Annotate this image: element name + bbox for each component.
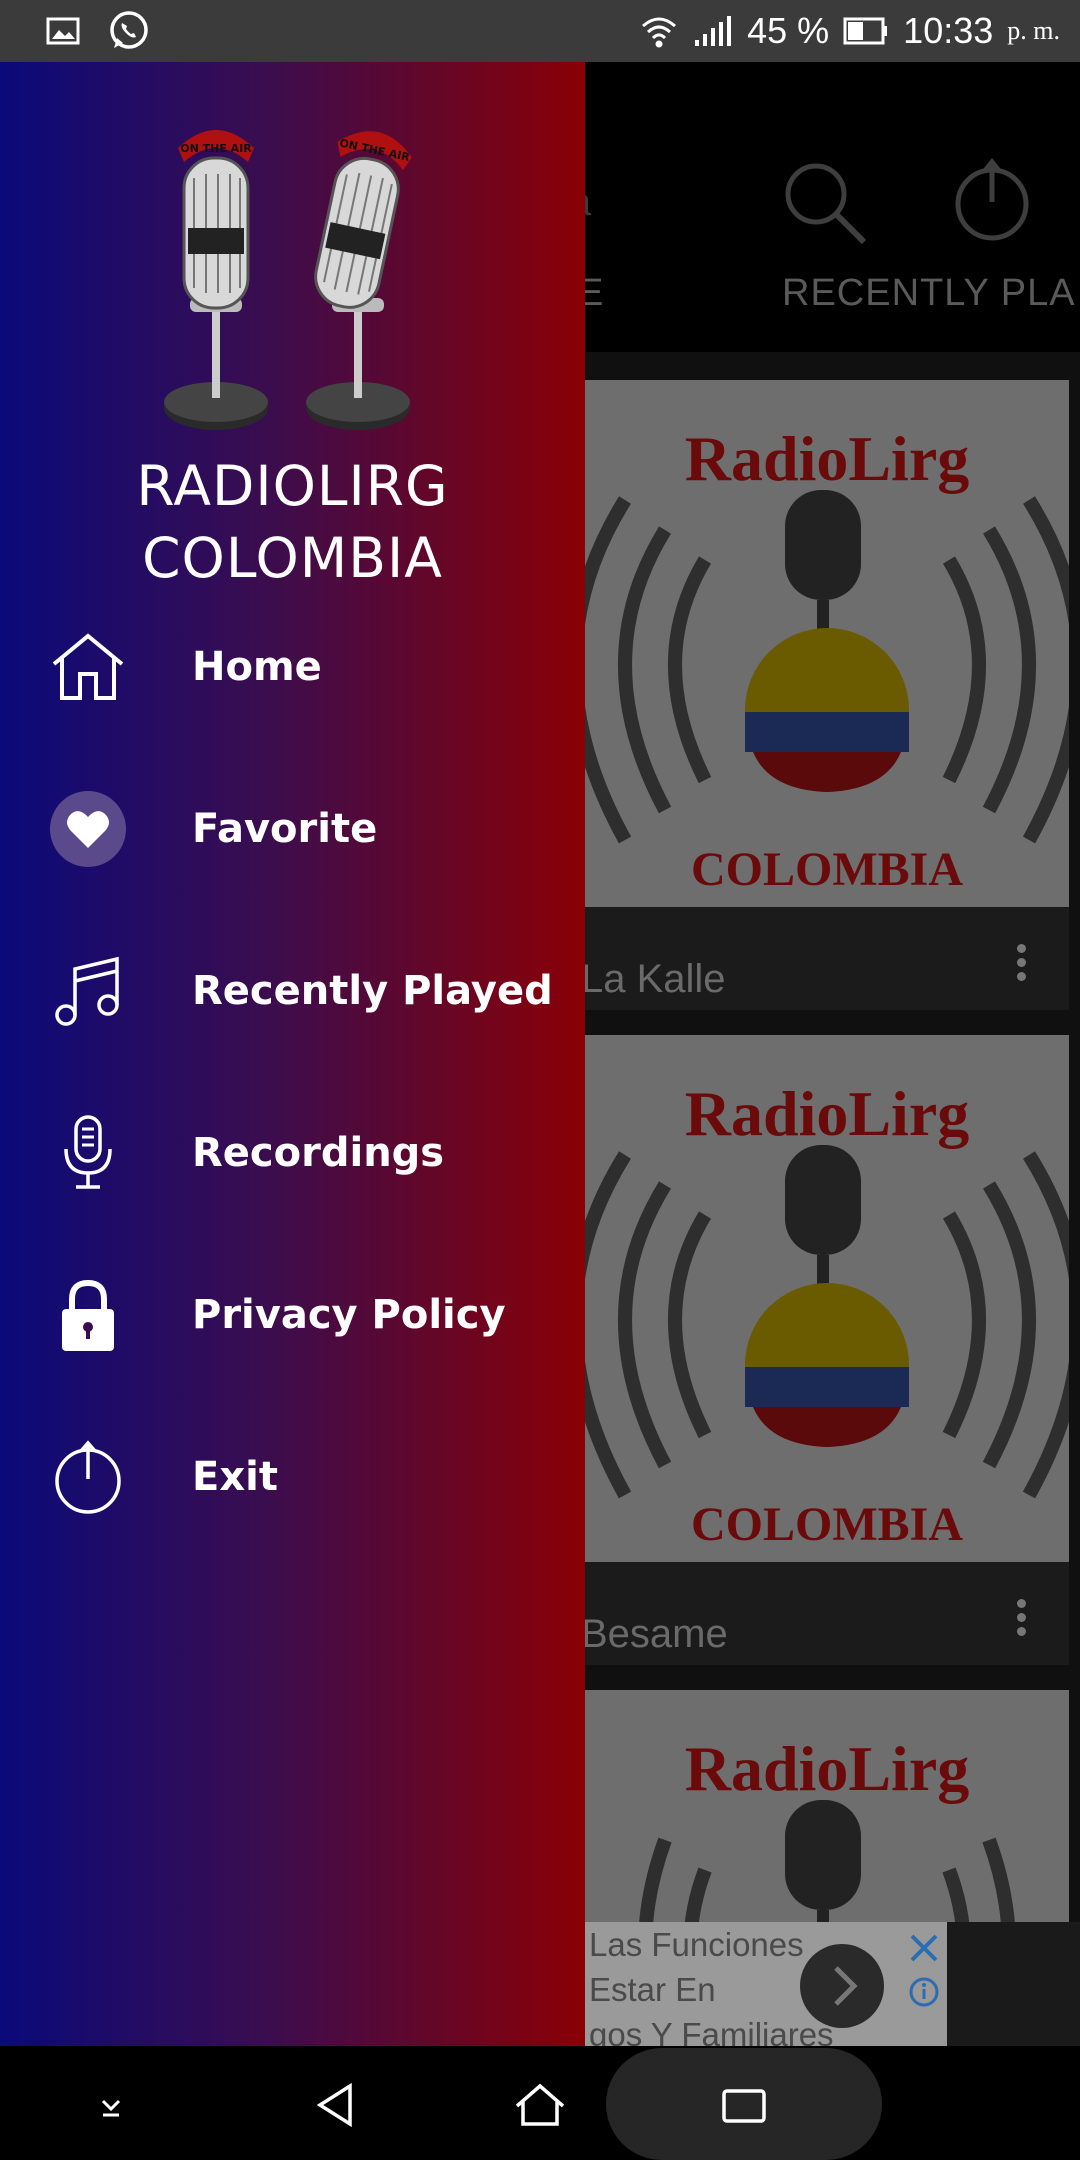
- menu-label: Recordings: [192, 1130, 445, 1176]
- logo-subtitle: COLOMBIA: [691, 843, 963, 896]
- station-name: Besame: [581, 1612, 728, 1656]
- menu-label: Exit: [192, 1454, 278, 1500]
- whatsapp-icon: [108, 10, 150, 52]
- status-bar: 45 % 10:33 p. m.: [0, 0, 1080, 62]
- nav-back-button[interactable]: [302, 2070, 372, 2140]
- home-icon: [48, 627, 128, 707]
- gallery-icon: [46, 17, 80, 45]
- ad-text-line: Estar En: [589, 1971, 716, 2008]
- ad-side-panel: [947, 1922, 1080, 2046]
- menu-item-privacy-policy[interactable]: Privacy Policy: [0, 1260, 585, 1370]
- navigation-drawer: ON THE AIR ON THE AIR RADIOLIRG COLOMBIA: [0, 62, 585, 2046]
- home-outline-icon: [515, 2083, 565, 2126]
- menu-label: Privacy Policy: [192, 1292, 506, 1338]
- wifi-icon: [639, 12, 679, 50]
- power-icon: [48, 1437, 128, 1517]
- menu-item-exit[interactable]: Exit: [0, 1422, 585, 1532]
- microphones-logo: ON THE AIR ON THE AIR: [160, 118, 430, 438]
- close-icon[interactable]: [908, 1928, 940, 1974]
- chevron-down-icon: [101, 2099, 121, 2117]
- info-icon[interactable]: [908, 1976, 940, 2012]
- nav-home-button[interactable]: [505, 2070, 575, 2140]
- signal-icon: [693, 14, 733, 48]
- menu-item-favorite[interactable]: Favorite: [0, 774, 585, 884]
- brand-line: RADIOLIRG: [136, 454, 449, 518]
- station-card[interactable]: RadioLirg COLOMBIA Besame: [581, 1035, 1069, 1665]
- ad-banner[interactable]: Las Funciones Estar En gos Y Familiares: [585, 1922, 947, 2046]
- nav-recents-button[interactable]: [709, 2070, 779, 2140]
- lock-icon: [48, 1275, 128, 1355]
- nav-hide-button[interactable]: [76, 2070, 146, 2140]
- station-artwork: RadioLirg COLOMBIA: [585, 380, 1069, 907]
- heart-icon: [48, 789, 128, 869]
- menu-item-recently-played[interactable]: Recently Played: [0, 936, 585, 1046]
- clock-ampm: p. m.: [1007, 16, 1060, 45]
- ad-text-line: gos Y Familiares: [589, 2016, 834, 2046]
- back-triangle-icon: [316, 2082, 352, 2128]
- tab-recently-played[interactable]: RECENTLY PLA: [782, 272, 1076, 315]
- station-artwork: RadioLirg COLOMBIA: [585, 1035, 1069, 1562]
- power-icon[interactable]: [952, 157, 1032, 246]
- search-icon[interactable]: [780, 158, 870, 252]
- music-note-icon: [48, 951, 128, 1031]
- menu-item-recordings[interactable]: Recordings: [0, 1098, 585, 1208]
- station-card[interactable]: RadioLirg COLOMBIA La Kalle: [581, 380, 1069, 1010]
- logo-wordmark: RadioLirg: [685, 423, 969, 494]
- more-options-icon[interactable]: [1017, 939, 1027, 986]
- on-air-badge: ON THE AIR: [180, 142, 252, 155]
- battery-percent: 45 %: [747, 10, 830, 51]
- menu-item-home[interactable]: Home: [0, 612, 585, 722]
- microphone-icon: [48, 1113, 128, 1193]
- ad-text-line: Las Funciones: [589, 1926, 804, 1963]
- ad-next-button[interactable]: [800, 1944, 884, 2028]
- recents-square-icon: [722, 2089, 766, 2123]
- battery-icon: [843, 16, 889, 46]
- logo-wordmark: RadioLirg: [685, 1078, 969, 1149]
- menu-label: Recently Played: [192, 968, 553, 1014]
- brand-line: COLOMBIA: [142, 526, 443, 590]
- logo-subtitle: COLOMBIA: [691, 1498, 963, 1551]
- menu-label: Home: [192, 644, 322, 690]
- chevron-right-icon: [834, 1966, 858, 2006]
- logo-wordmark: RadioLirg: [685, 1733, 969, 1804]
- more-options-icon[interactable]: [1017, 1594, 1027, 1641]
- clock-time: 10:33: [903, 10, 994, 51]
- menu-label: Favorite: [192, 806, 378, 852]
- station-name: La Kalle: [581, 957, 726, 1001]
- app-brand: RADIOLIRG COLOMBIA: [0, 450, 585, 594]
